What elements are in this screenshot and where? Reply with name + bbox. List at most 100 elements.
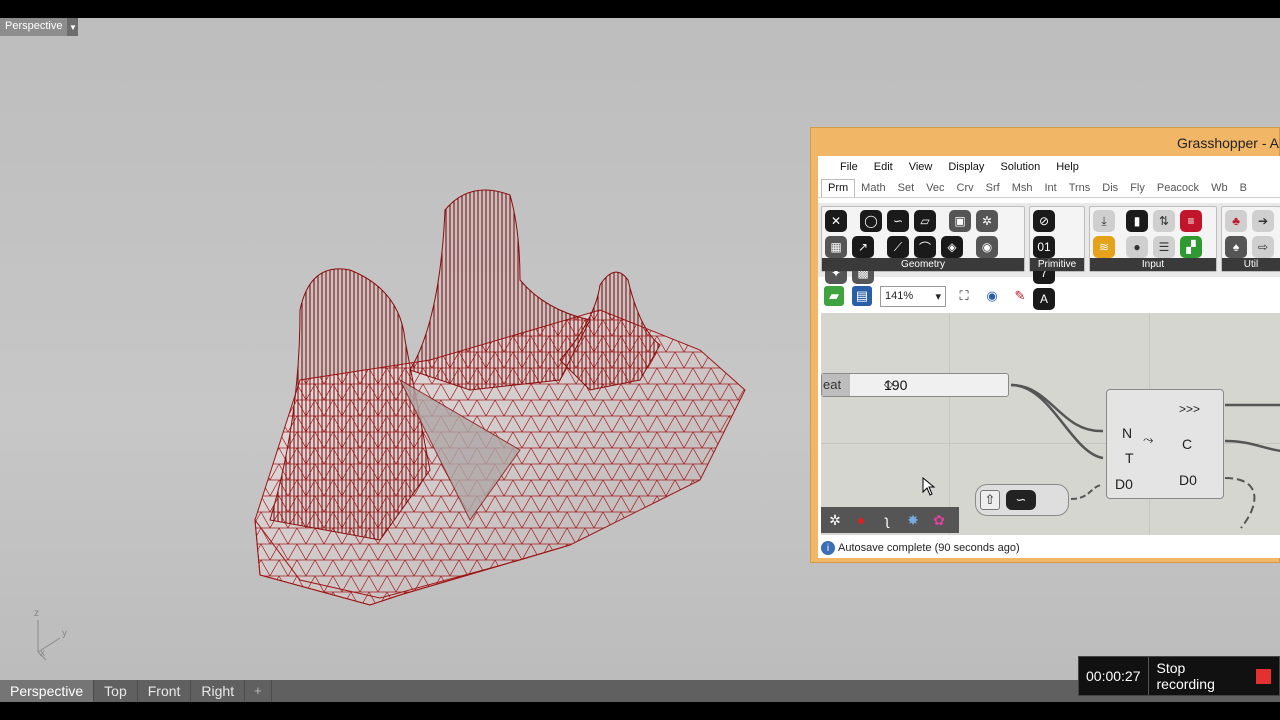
menu-solution[interactable]: Solution: [992, 161, 1048, 173]
axis-indicator: z y x: [26, 608, 76, 662]
tab-fly[interactable]: Fly: [1124, 182, 1151, 197]
component-tabs: Prm Math Set Vec Crv Srf Msh Int Trns Di…: [818, 178, 1280, 198]
status-bar: i Autosave complete (90 seconds ago): [818, 538, 1280, 558]
tab-msh[interactable]: Msh: [1006, 182, 1039, 197]
curve-param-icon[interactable]: ∽: [887, 210, 909, 232]
zoom-extents-icon[interactable]: ⛶: [954, 286, 974, 306]
graph-mapper-icon[interactable]: ≋: [1093, 236, 1115, 258]
value-list-icon[interactable]: ☰: [1153, 236, 1175, 258]
tab-trns[interactable]: Trns: [1063, 182, 1097, 197]
tab-prm[interactable]: Prm: [821, 179, 856, 197]
integer-param-icon[interactable]: 01: [1033, 236, 1055, 258]
colour-swatch-icon[interactable]: ▞: [1180, 236, 1202, 258]
canvas-toolbar: ▰ ▤ 141% ▾ ⛶ ◉ ✎: [818, 281, 1280, 311]
tree-icon[interactable]: ♠: [1225, 236, 1247, 258]
tab-vec[interactable]: Vec: [920, 182, 950, 197]
tab-b[interactable]: B: [1234, 182, 1253, 197]
curve-component-icon: ∽: [1006, 490, 1036, 510]
menu-help[interactable]: Help: [1048, 161, 1087, 173]
line-param-icon[interactable]: ⟋: [887, 236, 909, 258]
tab-math[interactable]: Math: [855, 182, 891, 197]
panel-label-geometry: Geometry: [822, 258, 1024, 271]
box-param-icon[interactable]: ▣: [949, 210, 971, 232]
panel-util: ♣ ➔ ♠ ⇨ Util: [1221, 206, 1280, 272]
stop-recording-button[interactable]: Stop recording: [1149, 660, 1280, 692]
status-text: Autosave complete (90 seconds ago): [838, 542, 1020, 554]
number-slider[interactable]: eat ◇ 190: [821, 373, 1009, 397]
input-t: T: [1125, 450, 1134, 466]
tab-front[interactable]: Front: [138, 680, 192, 702]
tween-curve-icon: ⤳: [1143, 432, 1154, 447]
grasshopper-titlebar[interactable]: Grasshopper - Al: [811, 128, 1280, 156]
output-d0: D0: [1179, 472, 1197, 488]
open-file-icon[interactable]: ▰: [824, 286, 844, 306]
letterbox-bottom: [0, 702, 1280, 720]
slider-name: eat: [822, 374, 850, 396]
tab-perspective[interactable]: Perspective: [0, 680, 95, 702]
plane-param-icon[interactable]: ◈: [941, 236, 963, 258]
field-param-icon[interactable]: ◉: [976, 236, 998, 258]
stop-recording-label: Stop recording: [1156, 660, 1215, 692]
upload-icon: ⇧: [980, 490, 1000, 510]
web-widget-icon[interactable]: ✲: [824, 509, 846, 531]
grasshopper-window: Grasshopper - Al File Edit View Display …: [810, 127, 1280, 563]
toggle-icon[interactable]: ▮: [1126, 210, 1148, 232]
curl-icon[interactable]: ʅ: [876, 509, 898, 531]
tab-int[interactable]: Int: [1038, 182, 1062, 197]
circle-param-icon[interactable]: ◯: [860, 210, 882, 232]
magic-wand-icon[interactable]: ✸: [902, 509, 924, 531]
mesh-peak-left: [269, 268, 431, 541]
menu-view[interactable]: View: [901, 161, 941, 173]
arc-param-icon[interactable]: ⌒: [914, 236, 936, 258]
curve-param-component[interactable]: ⇧ ∽: [975, 484, 1069, 516]
slider-icon[interactable]: ⇅: [1153, 210, 1175, 232]
preview-eye-icon[interactable]: ◉: [982, 286, 1002, 306]
tab-srf[interactable]: Srf: [980, 182, 1006, 197]
slider-value: 190: [884, 377, 908, 393]
tab-crv[interactable]: Crv: [951, 182, 980, 197]
tab-top[interactable]: Top: [94, 680, 138, 702]
menu-bar: File Edit View Display Solution Help: [818, 156, 1280, 178]
tab-wb[interactable]: Wb: [1205, 182, 1234, 197]
tab-set[interactable]: Set: [892, 182, 921, 197]
panel-geometry: ✕ ◯ ∽ ▱ ▣ ✲ ▦ ↗ ⟋ ⌒ ◈ ◉ ✦ ▩ Geometry: [821, 206, 1025, 284]
boolean-param-icon[interactable]: ⊘: [1033, 210, 1055, 232]
panel-label-primitive: Primitive: [1030, 258, 1084, 271]
terrain-mesh: [254, 189, 746, 606]
tween-component[interactable]: >>> N C T D0 D0 ⤳: [1106, 389, 1224, 499]
mesh-param-icon[interactable]: ▦: [825, 236, 847, 258]
zoom-select[interactable]: 141% ▾: [880, 285, 946, 307]
axis-z-label: z: [34, 608, 39, 619]
arrow-outline-icon[interactable]: ⇨: [1252, 236, 1274, 258]
panel-icon[interactable]: ≡: [1180, 210, 1202, 232]
vector-param-icon[interactable]: ↗: [852, 236, 874, 258]
menu-file[interactable]: File: [832, 161, 866, 173]
tab-peacock[interactable]: Peacock: [1151, 182, 1205, 197]
add-viewport-tab-icon[interactable]: +: [245, 680, 272, 702]
mouse-cursor-icon: [922, 477, 936, 496]
menu-display[interactable]: Display: [940, 161, 992, 173]
sketch-pen-icon[interactable]: ✎: [1010, 286, 1030, 306]
point-param-icon[interactable]: ✕: [825, 210, 847, 232]
brep-param-icon[interactable]: ✲: [976, 210, 998, 232]
arrow-right-icon[interactable]: ➔: [1252, 210, 1274, 232]
zoom-value: 141%: [885, 289, 914, 302]
slider-handle-icon[interactable]: ◇: [884, 377, 893, 391]
tab-dis[interactable]: Dis: [1096, 182, 1124, 197]
tab-right[interactable]: Right: [191, 680, 246, 702]
recording-time: 00:00:27: [1079, 657, 1149, 695]
button-icon[interactable]: ●: [1126, 236, 1148, 258]
menu-edit[interactable]: Edit: [866, 161, 901, 173]
data-input-icon[interactable]: ⤓: [1093, 210, 1115, 232]
surface-param-icon[interactable]: ▱: [914, 210, 936, 232]
grasshopper-body: File Edit View Display Solution Help Prm…: [818, 156, 1280, 558]
component-ribbon: ✕ ◯ ∽ ▱ ▣ ✲ ▦ ↗ ⟋ ⌒ ◈ ◉ ✦ ▩ Geometry ⊘ 0…: [818, 203, 1280, 310]
save-file-icon[interactable]: ▤: [852, 286, 872, 306]
canvas-widget-bar: ✲ ● ʅ ✸ ✿: [821, 507, 959, 533]
recording-widget: 00:00:27 Stop recording: [1078, 656, 1280, 696]
bug-icon[interactable]: ✿: [928, 509, 950, 531]
red-ball-icon[interactable]: ●: [850, 509, 872, 531]
cherry-icon[interactable]: ♣: [1225, 210, 1247, 232]
grasshopper-canvas[interactable]: eat ◇ 190 >>> N C T D0 D0 ⤳ ⇧ ∽ ✲ ● ʅ ✸ …: [821, 313, 1280, 535]
panel-primitive: ⊘ 01 7 A Primitive: [1029, 206, 1085, 310]
